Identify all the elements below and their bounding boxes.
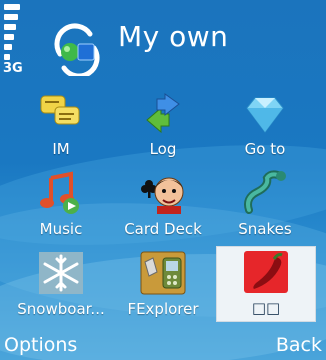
music-icon [37, 170, 85, 216]
card-deck-icon [139, 170, 187, 216]
grid-item-label: Snowboar... [17, 300, 105, 318]
goto-icon [241, 90, 289, 136]
grid-item-label: Music [39, 220, 83, 238]
grid-item-card-deck[interactable]: Card Deck [114, 168, 212, 242]
grid-item-log[interactable]: Log [114, 88, 212, 162]
chili-icon [242, 249, 290, 295]
grid-item-label: Snakes [238, 220, 292, 238]
back-softkey[interactable]: Back [276, 334, 322, 356]
grid-item-music[interactable]: Music [12, 168, 110, 242]
fexplorer-icon [139, 250, 187, 296]
signal-strength-icon [4, 4, 22, 64]
softkey-bar: Options Back [0, 330, 326, 360]
grid-item-im[interactable]: IM [12, 88, 110, 162]
options-softkey[interactable]: Options [4, 334, 77, 356]
grid-item-label: Card Deck [124, 220, 202, 238]
grid-item-label: Log [149, 140, 177, 158]
im-icon [37, 90, 85, 136]
log-icon [139, 90, 187, 136]
grid-item-goto[interactable]: Go to [216, 88, 314, 162]
grid-item-chili[interactable]: □□ [216, 246, 316, 322]
grid-item-label: □□ [251, 299, 281, 317]
screen: 3G My own IM Log Go to Music Card Deck S… [0, 0, 326, 360]
grid-item-label: IM [52, 140, 70, 158]
my-own-folder-icon [50, 22, 104, 79]
grid-item-snakes[interactable]: Snakes [216, 168, 314, 242]
network-type-label: 3G [3, 61, 23, 76]
grid-item-fexplorer[interactable]: FExplorer [114, 248, 212, 322]
snowboard-icon [37, 250, 85, 296]
snakes-icon [241, 170, 289, 216]
grid-item-snowboard[interactable]: Snowboar... [12, 248, 110, 322]
page-title: My own [118, 20, 229, 53]
grid-item-label: Go to [244, 140, 286, 158]
grid-item-label: FExplorer [127, 300, 199, 318]
